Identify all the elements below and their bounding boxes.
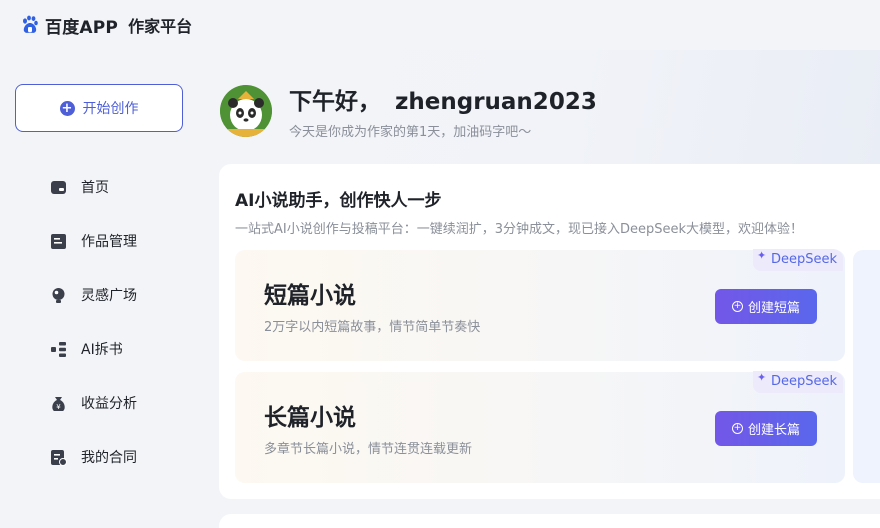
short-novel-desc: 2万字以内短篇故事，情节简单节奏快 <box>264 320 481 335</box>
sidebar-item-contracts[interactable]: 我的合同 <box>50 443 190 471</box>
long-novel-title: 长篇小说 <box>264 405 356 431</box>
money-bag-icon: ¥ <box>52 396 65 411</box>
sidebar-item-label: 我的合同 <box>81 450 137 466</box>
bulb-icon <box>52 287 65 303</box>
sidebar-item-home[interactable]: 首页 <box>50 173 190 201</box>
panda-avatar-icon <box>220 85 272 137</box>
sparkle-icon: ✦ <box>756 249 767 262</box>
ai-section-subtitle: 一站式AI小说创作与投稿平台：一键续润扩，3分钟成文，现已接入DeepSeek大… <box>235 222 804 237</box>
ai-split-icon <box>51 341 66 357</box>
baidu-paw-logo-icon[interactable] <box>20 15 40 35</box>
brand-platform: 作家平台 <box>128 17 193 36</box>
sidebar-item-label: 灵感广场 <box>81 288 137 304</box>
greeting-subtitle: 今天是你成为作家的第1天，加油码字吧～ <box>289 125 532 140</box>
plus-icon: + <box>731 301 743 312</box>
create-long-button[interactable]: + 创建长篇 <box>715 411 817 446</box>
sidebar-item-label: AI拆书 <box>81 342 123 358</box>
brand-name[interactable]: 百度APP <box>45 13 118 38</box>
svg-text:¥: ¥ <box>56 403 61 411</box>
sidebar-item-label: 首页 <box>81 180 109 196</box>
deepseek-badge-label: DeepSeek <box>770 374 837 389</box>
sidebar-item-ai-split[interactable]: AI拆书 <box>50 335 190 363</box>
secondary-card <box>219 514 880 528</box>
deepseek-badge: ✦ DeepSeek <box>752 371 843 393</box>
long-novel-card[interactable]: ✦ DeepSeek 长篇小说 多章节长篇小说，情节连贯连载更新 + 创建长篇 <box>235 371 845 483</box>
long-novel-desc: 多章节长篇小说，情节连贯连载更新 <box>264 442 473 457</box>
short-novel-title: 短篇小说 <box>264 283 356 309</box>
sidebar-item-label: 作品管理 <box>81 234 137 250</box>
start-writing-button[interactable]: + 开始创作 <box>15 84 183 132</box>
plus-circle-icon: + <box>59 100 75 116</box>
avatar[interactable] <box>220 85 272 137</box>
contract-icon <box>51 449 67 466</box>
sidebar-item-label: 收益分析 <box>81 396 137 412</box>
greeting: 下午好， zhengruan2023 <box>289 82 597 116</box>
plus-icon: + <box>731 423 743 434</box>
sidebar-item-works[interactable]: 作品管理 <box>50 227 190 255</box>
deepseek-badge-label: DeepSeek <box>770 252 837 267</box>
sidebar-item-earnings[interactable]: ¥ 收益分析 <box>50 389 190 417</box>
create-short-button[interactable]: + 创建短篇 <box>715 289 817 324</box>
create-long-label: 创建长篇 <box>747 423 800 438</box>
create-short-label: 创建短篇 <box>747 301 800 316</box>
top-bar: 百度APP 作家平台 <box>0 0 880 50</box>
ai-section-title: AI小说助手，创作快人一步 <box>235 191 442 211</box>
greeting-text: 下午好， <box>289 89 381 115</box>
start-writing-label: 开始创作 <box>82 101 139 117</box>
side-panel-card[interactable] <box>853 250 880 483</box>
home-icon <box>51 180 66 194</box>
sidebar-item-inspiration[interactable]: 灵感广场 <box>50 281 190 309</box>
username: zhengruan2023 <box>395 89 597 115</box>
sparkle-icon: ✦ <box>756 371 767 384</box>
book-icon <box>51 233 66 249</box>
deepseek-badge: ✦ DeepSeek <box>752 249 843 271</box>
short-novel-card[interactable]: ✦ DeepSeek 短篇小说 2万字以内短篇故事，情节简单节奏快 + 创建短篇 <box>235 249 845 361</box>
